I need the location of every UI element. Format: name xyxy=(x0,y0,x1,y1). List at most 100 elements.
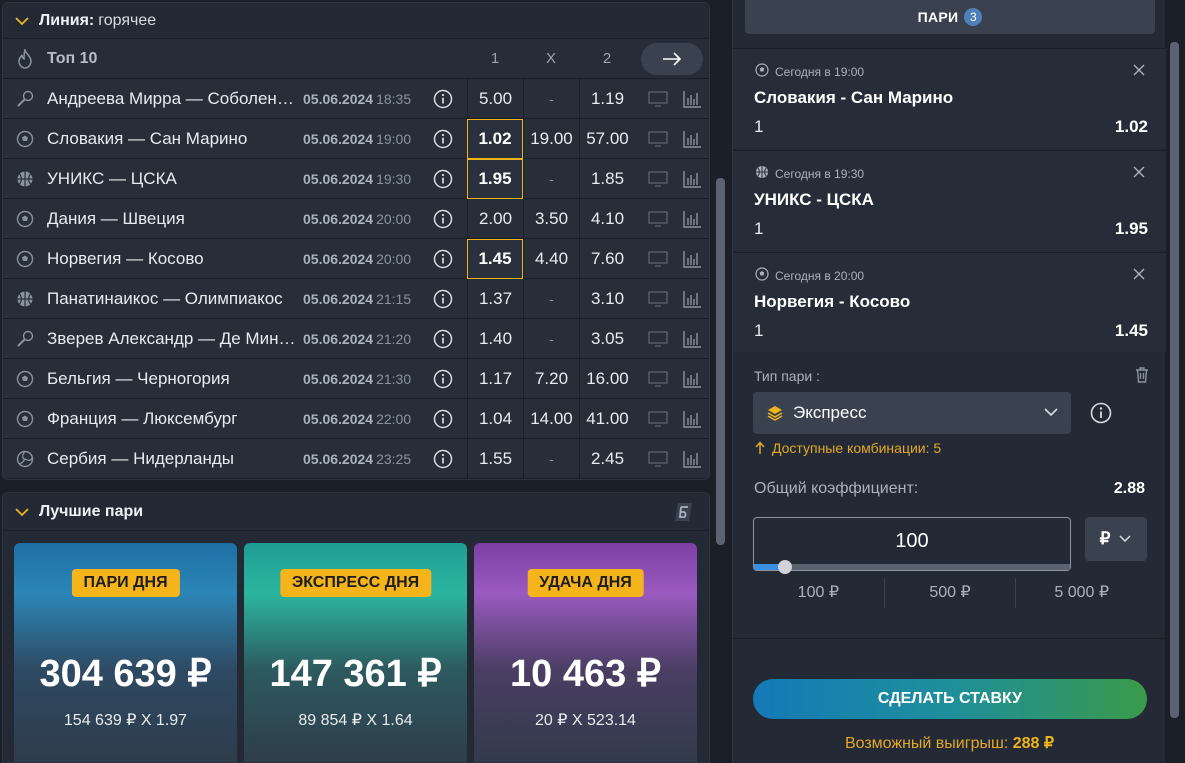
odd-2[interactable]: 1.85 xyxy=(579,159,635,199)
close-icon[interactable] xyxy=(1133,63,1145,81)
stake-slider-handle[interactable] xyxy=(778,560,792,574)
event-name[interactable]: Словакия — Сан Марино xyxy=(47,129,299,149)
event-name[interactable]: Бельгия — Черногория xyxy=(47,369,299,389)
statistics-icon[interactable] xyxy=(682,130,702,153)
odd-2[interactable]: 16.00 xyxy=(579,359,635,399)
bet-of-day-card[interactable]: ПАРИ ДНЯ 304 639 ₽ 154 639 ₽ X 1.97 xyxy=(14,543,237,762)
statistics-icon[interactable] xyxy=(682,330,702,353)
tv-icon[interactable] xyxy=(648,291,668,312)
odd-1[interactable]: 1.02 xyxy=(467,119,523,159)
odd-2[interactable]: 4.10 xyxy=(579,199,635,239)
quick-stake-button[interactable]: 100 ₽ xyxy=(753,578,884,608)
odd-1[interactable]: 2.00 xyxy=(467,199,523,239)
best-bets-header[interactable]: Лучшие пари xyxy=(3,493,709,531)
event-row[interactable]: УНИКС — ЦСКА 05.06.2024 19:30 1.95-1.85 xyxy=(3,159,709,199)
event-name[interactable]: Дания — Швеция xyxy=(47,209,299,229)
tv-icon[interactable] xyxy=(648,131,668,152)
quick-stake-button[interactable]: 500 ₽ xyxy=(883,578,1016,608)
odd-1[interactable]: 1.04 xyxy=(467,399,523,439)
info-icon[interactable] xyxy=(433,249,453,274)
odd-1[interactable]: 1.17 xyxy=(467,359,523,399)
info-icon[interactable] xyxy=(433,369,453,394)
express-of-day-card[interactable]: ЭКСПРЕСС ДНЯ 147 361 ₽ 89 854 ₽ X 1.64 xyxy=(244,543,467,762)
odd-1[interactable]: 1.55 xyxy=(467,439,523,479)
chevron-down-icon[interactable] xyxy=(15,14,29,28)
odd-x[interactable]: 3.50 xyxy=(523,199,579,239)
left-scrollbar[interactable] xyxy=(716,178,725,545)
odd-2[interactable]: 3.05 xyxy=(579,319,635,359)
event-row[interactable]: Бельгия — Черногория 05.06.2024 21:30 1.17 7… xyxy=(3,359,709,399)
event-name[interactable]: Норвегия — Косово xyxy=(47,249,299,269)
tab-bets[interactable]: ПАРИ 3 xyxy=(745,0,1155,34)
odd-x[interactable]: 14.00 xyxy=(523,399,579,439)
luck-of-day-card[interactable]: УДАЧА ДНЯ 10 463 ₽ 20 ₽ X 523.14 xyxy=(474,543,697,762)
odd-x[interactable]: 7.20 xyxy=(523,359,579,399)
event-row[interactable]: Сербия — Нидерланды 05.06.2024 23:25 1.55-2… xyxy=(3,439,709,479)
odd-1[interactable]: 1.37 xyxy=(467,279,523,319)
odd-x[interactable]: - xyxy=(523,319,579,359)
event-name[interactable]: Андреева Мирра — Соболенко Арина xyxy=(47,89,299,109)
info-icon[interactable] xyxy=(433,89,453,114)
close-icon[interactable] xyxy=(1133,165,1145,183)
statistics-icon[interactable] xyxy=(682,170,702,193)
odd-x[interactable]: - xyxy=(523,159,579,199)
tv-icon[interactable] xyxy=(648,251,668,272)
info-icon[interactable] xyxy=(433,329,453,354)
combinations-link[interactable]: Доступные комбинации: 5 xyxy=(754,440,941,456)
tv-icon[interactable] xyxy=(648,211,668,232)
statistics-icon[interactable] xyxy=(682,450,702,473)
odd-x[interactable]: - xyxy=(523,439,579,479)
statistics-icon[interactable] xyxy=(682,90,702,113)
event-row[interactable]: Дания — Швеция 05.06.2024 20:00 2.00 3.50 4.1… xyxy=(3,199,709,239)
event-row[interactable]: Зверев Александр — Де Минаур Алекс05.06.… xyxy=(3,319,709,359)
info-icon[interactable] xyxy=(1090,402,1112,424)
info-icon[interactable] xyxy=(433,409,453,434)
info-icon[interactable] xyxy=(433,209,453,234)
statistics-icon[interactable] xyxy=(682,250,702,273)
next-arrow-button[interactable] xyxy=(641,43,703,75)
odd-2[interactable]: 57.00 xyxy=(579,119,635,159)
event-name[interactable]: Сербия — Нидерланды xyxy=(47,449,299,469)
statistics-icon[interactable] xyxy=(682,210,702,233)
stake-field[interactable] xyxy=(753,517,1071,574)
odd-x[interactable]: - xyxy=(523,79,579,119)
odd-1[interactable]: 5.00 xyxy=(467,79,523,119)
stake-slider-track[interactable] xyxy=(754,564,1070,570)
info-icon[interactable] xyxy=(433,449,453,474)
statistics-icon[interactable] xyxy=(682,370,702,393)
bet-type-select[interactable]: Экспресс xyxy=(753,392,1071,434)
info-icon[interactable] xyxy=(433,169,453,194)
tv-icon[interactable] xyxy=(648,331,668,352)
odd-1[interactable]: 1.40 xyxy=(467,319,523,359)
event-name[interactable]: Франция — Люксембург xyxy=(47,409,299,429)
chevron-down-icon[interactable] xyxy=(15,505,29,519)
event-name[interactable]: УНИКС — ЦСКА xyxy=(47,169,299,189)
quick-stake-button[interactable]: 5 000 ₽ xyxy=(1015,578,1147,608)
info-icon[interactable] xyxy=(433,129,453,154)
statistics-icon[interactable] xyxy=(682,290,702,313)
odd-1[interactable]: 1.95 xyxy=(467,159,523,199)
line-header[interactable]: Линия: горячее xyxy=(3,3,709,39)
currency-select[interactable]: ₽ xyxy=(1085,517,1147,561)
odd-x[interactable]: 4.40 xyxy=(523,239,579,279)
event-name[interactable]: Зверев Александр — Де Минаур Алекс xyxy=(47,329,299,349)
right-scrollbar[interactable] xyxy=(1170,42,1179,718)
tv-icon[interactable] xyxy=(648,371,668,392)
odd-x[interactable]: - xyxy=(523,279,579,319)
event-row[interactable]: Норвегия — Косово 05.06.2024 20:00 1.45 4.40… xyxy=(3,239,709,279)
odd-2[interactable]: 7.60 xyxy=(579,239,635,279)
info-icon[interactable] xyxy=(433,289,453,314)
event-row[interactable]: Франция — Люксембург 05.06.2024 22:00 1.04 1… xyxy=(3,399,709,439)
close-icon[interactable] xyxy=(1133,267,1145,285)
tv-icon[interactable] xyxy=(648,451,668,472)
odd-2[interactable]: 3.10 xyxy=(579,279,635,319)
odd-x[interactable]: 19.00 xyxy=(523,119,579,159)
event-name[interactable]: Панатинаикос — Олимпиакос xyxy=(47,289,299,309)
trash-icon[interactable] xyxy=(1133,366,1151,384)
event-row[interactable]: Словакия — Сан Марино 05.06.2024 19:00 1.02… xyxy=(3,119,709,159)
tv-icon[interactable] xyxy=(648,171,668,192)
event-row[interactable]: Андреева Мирра — Соболенко Арина05.06.20… xyxy=(3,79,709,119)
odd-1[interactable]: 1.45 xyxy=(467,239,523,279)
tv-icon[interactable] xyxy=(648,91,668,112)
event-row[interactable]: Панатинаикос — Олимпиакос 05.06.2024 21:15… xyxy=(3,279,709,319)
